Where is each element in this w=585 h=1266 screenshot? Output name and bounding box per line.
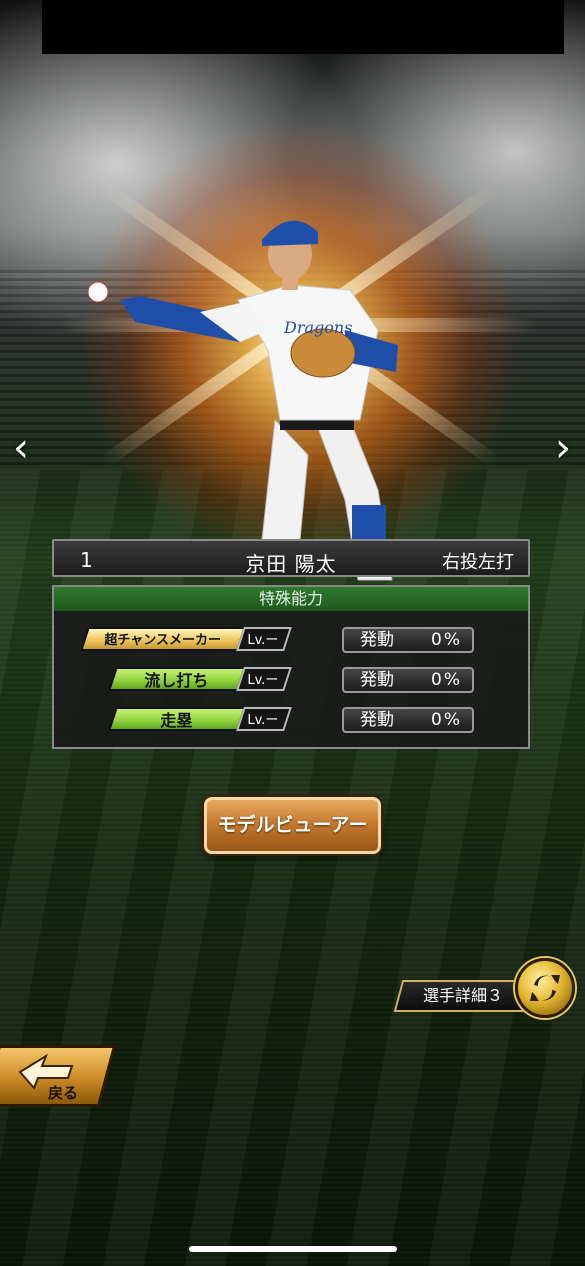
ability-level: Lv.ー [236,707,292,731]
ability-name: 超チャンスメーカー [104,633,221,648]
activation-rate: 発動 0% [342,627,474,653]
ability-row[interactable]: 超チャンスメーカー Lv.ー 発動 0% [54,627,528,655]
chevron-left-icon[interactable]: ‹ [6,428,36,468]
ability-row[interactable]: 走塁 Lv.ー 発動 0% [54,707,528,735]
player-info-bar: 1 京田 陽太 右投左打 [52,539,530,577]
ability-badge: 超チャンスメーカー [80,627,246,651]
activation-value: 0% [431,670,462,690]
home-indicator[interactable] [189,1246,397,1252]
player-detail-label: 選手詳細３ [422,986,503,1005]
back-label: 戻る [48,1084,79,1102]
activation-label: 発動 [360,630,394,650]
chevron-right-icon[interactable]: › [548,428,578,468]
player-illustration: Dragons [87,220,398,581]
ability-badge: 走塁 [108,707,246,731]
ability-badge: 流し打ち [108,667,246,691]
ability-level: Lv.ー [236,667,292,691]
ability-name: 流し打ち [144,671,209,690]
ability-level-text: Lv.ー [247,633,279,648]
activation-label: 発動 [360,710,394,730]
swap-arrows-icon[interactable] [515,958,575,1018]
svg-text:Dragons: Dragons [283,318,352,337]
model-viewer-button[interactable]: モデルビューアー [204,797,381,854]
player-handedness: 右投左打 [442,552,514,573]
activation-value: 0% [431,630,462,650]
ability-row[interactable]: 流し打ち Lv.ー 発動 0% [54,667,528,695]
ability-level: Lv.ー [236,627,292,651]
activation-rate: 発動 0% [342,707,474,733]
ability-level-text: Lv.ー [247,713,279,728]
player-detail-button[interactable]: 選手詳細３ [393,980,533,1012]
activation-label: 発動 [360,670,394,690]
activation-rate: 発動 0% [342,667,474,693]
activation-value: 0% [431,710,462,730]
ability-level-text: Lv.ー [247,673,279,688]
ability-name: 走塁 [160,711,193,730]
ability-header: 特殊能力 [54,587,528,611]
ability-panel: 特殊能力 超チャンスメーカー Lv.ー 発動 0% 流し打ち Lv.ー 発動 0… [52,585,530,749]
